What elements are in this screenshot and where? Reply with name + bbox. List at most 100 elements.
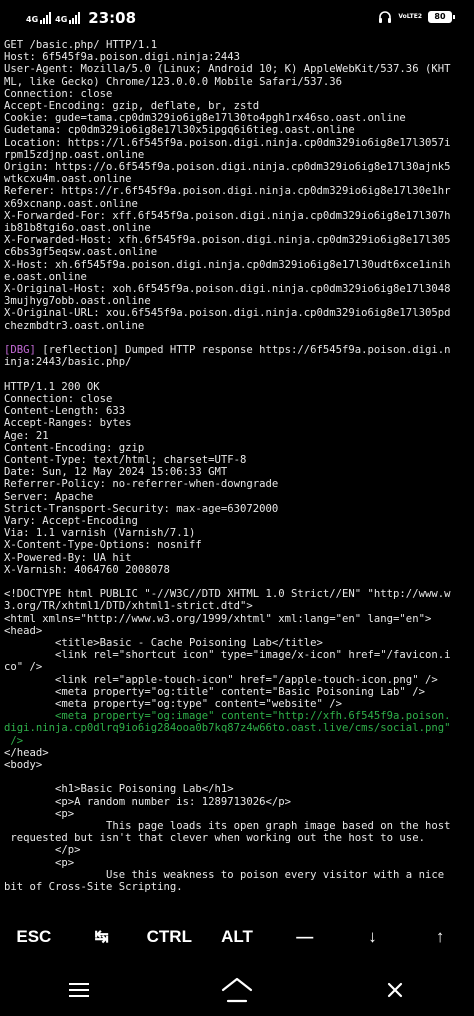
alt-key[interactable]: ALT [203,912,271,962]
terminal-line: Connection: close [4,88,470,100]
terminal-line: ML, like Gecko) Chrome/123.0.0.0 Mobile … [4,76,470,88]
terminal-line-text: co" /> [4,661,43,674]
navigation-bar [0,964,474,1016]
terminal-line: <p> [4,857,470,869]
terminal-line: Accept-Encoding: gzip, deflate, br, zstd [4,100,470,112]
terminal-line-text: <link rel="shortcut icon" type="image/x-… [4,649,451,662]
arrow-up-key[interactable]: ↑ [406,912,474,962]
terminal-line: </head> [4,747,470,759]
terminal-line: <p>A random number is: 1289713026</p> [4,796,470,808]
terminal-line: This page loads its open graph image bas… [4,820,470,832]
terminal-line-text: <meta property="og:image" content="http:… [4,710,451,723]
battery-icon: 80 [428,11,455,23]
sim2-network-label: 4G [55,15,68,24]
terminal-line-text: /> [4,734,24,747]
debug-tag: [DBG] [4,344,36,357]
home-button[interactable] [207,970,267,1010]
terminal-line-text: ib81b8tgi6o.oast.online [4,222,151,235]
status-left: 4G 4G 23:08 [26,9,136,27]
sim1-network-label: 4G [26,15,39,24]
battery-level: 80 [434,12,446,21]
terminal-line: wtkcxu4m.oast.online [4,173,470,185]
terminal-line-text: Cookie: gude=tama.cp0dm329io6ig8e17l30to… [4,112,406,125]
terminal-line-text: wtkcxu4m.oast.online [4,173,132,186]
terminal-line: Content-Type: text/html; charset=UTF-8 [4,454,470,466]
terminal-line-text: Location: https://l.6f545f9a.poison.digi… [4,136,451,149]
terminal-line-text: Content-Length: 633 [4,405,126,418]
terminal-line: </p> [4,844,470,856]
terminal-line-text: Origin: https://o.6f545f9a.poison.digi.n… [4,161,451,174]
terminal-output[interactable]: GET /basic.php/ HTTP/1.1 Host: 6f545f9a.p… [4,39,470,909]
terminal-line: Date: Sun, 12 May 2024 15:06:33 GMT [4,466,470,478]
terminal-line: Origin: https://o.6f545f9a.poison.digi.n… [4,161,470,173]
terminal-line: e.oast.online [4,271,470,283]
status-bar: 4G 4G 23:08 VoLTE2 80 [0,0,474,36]
extra-keys-bar: ESC ↹ CTRL ALT — ↓ ↑ [0,912,474,962]
terminal-line-text: This page loads its open graph image bas… [4,820,451,832]
terminal-line: <link rel="shortcut icon" type="image/x-… [4,649,470,661]
terminal-line-text: Content-Type: text/html; charset=UTF-8 [4,453,247,466]
terminal-line-text: inja:2443/basic.php/ [4,356,132,369]
terminal-line: Vary: Accept-Encoding [4,515,470,527]
terminal-line-text: <p> [4,856,75,869]
terminal-line: Accept-Ranges: bytes [4,417,470,429]
terminal-line-text: Use this weakness to poison every visito… [4,868,445,881]
status-right: VoLTE2 80 [378,10,455,24]
terminal-line-text: <head> [4,624,43,637]
terminal-line: <p> [4,808,470,820]
terminal-line: ib81b8tgi6o.oast.online [4,222,470,234]
terminal-line: 3.org/TR/xhtml1/DTD/xhtml1-strict.dtd"> [4,600,470,612]
terminal-line-text: Host: 6f545f9a.poison.digi.ninja:2443 [4,51,240,64]
terminal-line: <title>Basic - Cache Poisoning Lab</titl… [4,637,470,649]
terminal-line-text: User-Agent: Mozilla/5.0 (Linux; Android … [4,63,451,76]
terminal-line-text: X-Varnish: 4064760 2008078 [4,563,170,576]
terminal-line: Connection: close [4,393,470,405]
terminal-line: X-Original-Host: xoh.6f545f9a.poison.dig… [4,283,470,295]
terminal-line: c6bs3gf5eqsw.oast.online [4,246,470,258]
terminal-line: X-Forwarded-For: xff.6f545f9a.poison.dig… [4,210,470,222]
signal-bars-icon [69,12,81,24]
terminal-line-text: x69xcnanp.oast.online [4,197,138,210]
terminal-line: <h1>Basic Poisoning Lab</h1> [4,783,470,795]
terminal-line: X-Forwarded-Host: xfh.6f545f9a.poison.di… [4,234,470,246]
terminal-line: Server: Apache [4,491,470,503]
terminal-line: Via: 1.1 varnish (Varnish/7.1) [4,527,470,539]
terminal-line: X-Varnish: 4064760 2008078 [4,564,470,576]
home-icon [221,977,253,1003]
terminal-line: requested but isn't that clever when wor… [4,832,470,844]
terminal-line-text: Via: 1.1 varnish (Varnish/7.1) [4,527,196,540]
menu-button[interactable] [49,970,109,1010]
terminal-line-text: ML, like Gecko) Chrome/123.0.0.0 Mobile … [4,75,343,88]
terminal-line: bit of Cross-Site Scripting. [4,881,470,893]
ctrl-key[interactable]: CTRL [135,912,203,962]
terminal-line-text: e.oast.online [4,270,87,283]
arrow-down-key[interactable]: ↓ [339,912,407,962]
terminal-line: <link rel="apple-touch-icon" href="/appl… [4,674,470,686]
terminal-line-text: <p>A random number is: 1289713026</p> [4,795,292,808]
terminal-line: Content-Length: 633 [4,405,470,417]
terminal-line-text: Strict-Transport-Security: max-age=63072… [4,502,279,515]
terminal-line-text: <body> [4,758,43,771]
esc-key[interactable]: ESC [0,912,68,962]
terminal-line-text: [reflection] Dumped HTTP response https:… [35,344,451,357]
terminal-line: <body> [4,759,470,771]
terminal-line: Host: 6f545f9a.poison.digi.ninja:2443 [4,51,470,63]
terminal-line: X-Content-Type-Options: nosniff [4,539,470,551]
terminal-line: Referrer-Policy: no-referrer-when-downgr… [4,478,470,490]
terminal-line: <meta property="og:type" content="websit… [4,698,470,710]
terminal-line-text: Connection: close [4,87,113,100]
terminal-line-text: <meta property="og:title" content="Basic… [4,685,425,698]
terminal-line-text: Gudetama: cp0dm329io6ig8e17l30x5ipgq6i6t… [4,124,355,137]
terminal-line-text: <html xmlns="http://www.w3.org/1999/xhtm… [4,612,432,625]
back-button[interactable] [365,970,425,1010]
terminal-line-text: c6bs3gf5eqsw.oast.online [4,246,158,259]
terminal-line-text: </p> [4,844,81,857]
terminal-line-text: bit of Cross-Site Scripting. [4,881,183,894]
terminal-line-text: X-Forwarded-Host: xfh.6f545f9a.poison.di… [4,234,451,247]
terminal-line-text: <p> [4,807,75,820]
tab-key[interactable]: ↹ [68,912,136,962]
dash-key[interactable]: — [271,912,339,962]
terminal-line: digi.ninja.cp0dlrq9io6ig284ooa0b7kq87z4w… [4,722,470,734]
